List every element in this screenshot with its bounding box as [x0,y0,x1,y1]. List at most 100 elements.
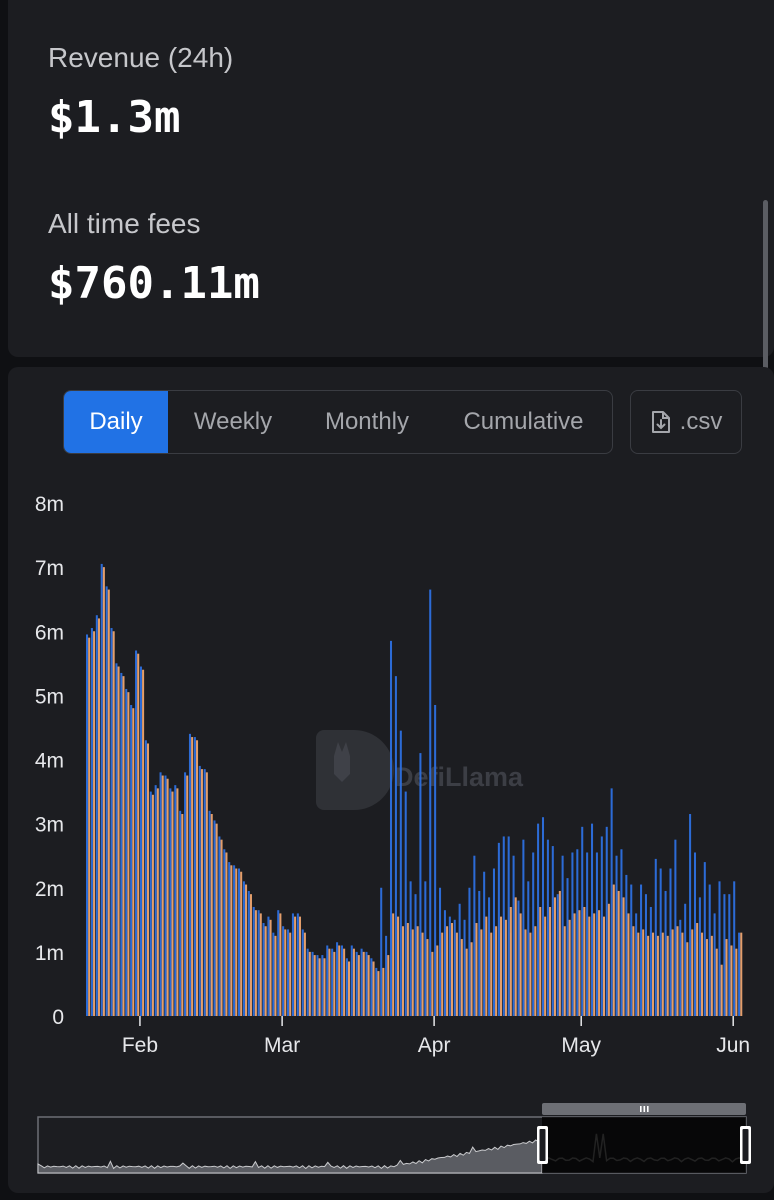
fees-bar [644,894,647,1016]
fees-bar [184,772,187,1016]
fees-bar [546,839,549,1016]
revenue-bar [406,923,409,1016]
y-tick-label: 6m [35,621,64,644]
fees-bar [468,887,471,1016]
revenue-bar [509,906,512,1016]
revenue-bar [710,935,713,1016]
revenue-bar [132,708,135,1016]
fees-bar [404,791,407,1016]
revenue-bar [303,932,306,1016]
fees-bar [713,913,716,1016]
fees-bar [718,881,721,1016]
revenue-bar [259,913,262,1016]
fees-bar [693,852,697,1016]
revenue-bar [455,932,458,1016]
revenue-bar [460,939,463,1016]
fees-bar [605,826,608,1016]
fees-bar [439,887,442,1016]
revenue-bar [607,903,610,1016]
revenue-bar [122,676,125,1016]
fees-bar [610,788,613,1016]
revenue-bar [186,775,189,1016]
y-tick-label: 5m [35,685,64,708]
revenue-bar [686,942,689,1016]
navigator-window[interactable] [542,1117,746,1173]
revenue-bar [338,945,341,1016]
fees-bar [291,913,294,1016]
revenue-bar [480,929,483,1016]
revenue-bar [705,939,708,1016]
fees-bar [262,923,265,1016]
revenue-bar [519,913,522,1016]
fees-bar [110,628,113,1016]
revenue-bar [220,839,223,1016]
defillama-logo-icon [316,730,394,810]
revenue-bar [181,814,184,1016]
revenue-bar [446,926,449,1016]
revenue-bar [495,926,498,1016]
revenue-bar [485,916,488,1016]
revenue-bar [504,919,507,1016]
revenue-bar [112,631,115,1016]
fees-bar [272,932,275,1016]
revenue-bar [534,926,537,1016]
range-navigator[interactable] [37,1103,751,1174]
fees-bar [448,916,451,1016]
revenue-bar [514,897,517,1016]
revenue-bar [730,945,733,1016]
revenue-bar [97,618,100,1016]
revenue-bar [475,923,478,1016]
fees-bar [301,929,304,1016]
revenue-bar [411,929,414,1016]
fees-bar [532,852,535,1016]
revenue-bar [647,935,650,1016]
revenue-bar [617,890,620,1016]
revenue-bar [348,961,351,1016]
revenue-bar [612,884,615,1016]
revenue-bar [176,788,179,1016]
fees-bar [228,862,231,1016]
fees-bar [429,589,432,1016]
revenue-bar [279,913,282,1016]
fees-bar [669,868,672,1016]
fees-bar [473,855,476,1016]
revenue-bar [671,929,674,1016]
revenue-bar [539,906,542,1016]
fees-bar [478,890,481,1016]
fees-bar [708,884,711,1016]
fees-bar [198,765,201,1016]
fees-bar [458,903,461,1016]
revenue-bar [362,951,365,1017]
revenue-bar [161,775,164,1016]
fees-bar [105,586,108,1016]
revenue-bar [588,916,591,1016]
fees-bar [86,634,89,1016]
revenue-bar [102,567,105,1017]
fees-bar [541,817,545,1016]
fees-bar [561,855,564,1016]
revenue-bar [235,868,238,1016]
fees-bar [252,906,255,1016]
revenue-bar [701,932,704,1016]
revenue-bar [142,669,145,1016]
revenue-bar [661,932,664,1016]
revenue-bar [156,788,159,1016]
fees-revenue-chart: 0 1m 2m 3m 4m 5m 6m 7m 8m DefiLlama Feb Mar Apr May… [35,493,751,1174]
revenue-bar [490,932,493,1016]
revenue-bar [313,955,316,1016]
fees-bar [306,948,309,1016]
fees-bar [703,862,706,1016]
fees-bar [723,894,726,1016]
fees-bar [483,871,486,1016]
revenue-bar [323,958,326,1016]
revenue-bar [642,929,645,1016]
fees-bar [615,855,618,1016]
fees-bar [488,897,491,1016]
fees-bar [154,785,157,1016]
fees-bar [370,958,373,1016]
revenue-bar [563,926,566,1016]
fees-bar [698,897,701,1016]
drag-grip-icon [640,1106,649,1112]
revenue-bar [377,971,380,1016]
fees-bar [728,894,731,1016]
